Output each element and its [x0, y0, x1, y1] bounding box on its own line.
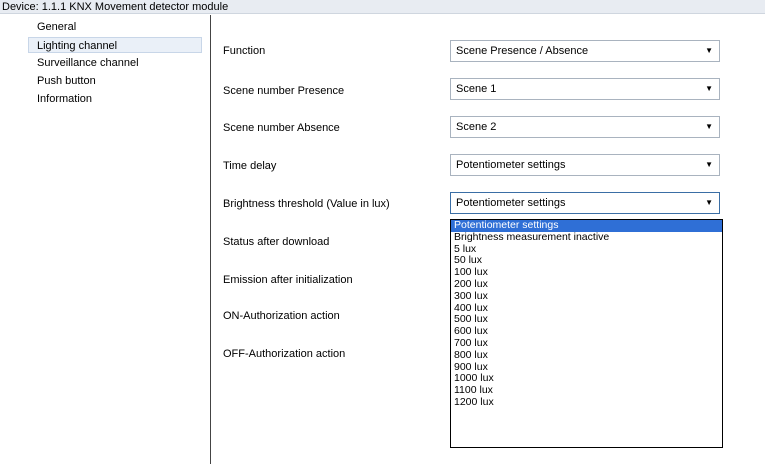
param-label-time-delay: Time delay — [223, 160, 277, 172]
dropdown-option[interactable]: 300 lux — [451, 290, 722, 303]
scene-presence-select[interactable]: Scene 1 ▼ — [450, 78, 720, 100]
param-label-status-after-download: Status after download — [223, 236, 330, 248]
brightness-threshold-select-value: Potentiometer settings — [456, 197, 566, 209]
dropdown-option[interactable]: 400 lux — [451, 302, 722, 315]
chevron-down-icon: ▼ — [705, 198, 713, 207]
dropdown-option[interactable]: 600 lux — [451, 325, 722, 338]
sidebar: General Lighting channel Surveillance ch… — [0, 15, 210, 464]
sidebar-item-lighting-channel[interactable]: Lighting channel — [28, 37, 202, 53]
parameter-panel: Function Scene number Presence Scene num… — [211, 15, 765, 464]
param-label-off-authorization: OFF-Authorization action — [223, 348, 346, 360]
dropdown-option[interactable]: 100 lux — [451, 266, 722, 279]
param-label-scene-presence: Scene number Presence — [223, 85, 345, 97]
dropdown-option[interactable]: 50 lux — [451, 255, 722, 267]
param-label-brightness-threshold: Brightness threshold (Value in lux) — [223, 198, 390, 210]
time-delay-select-value: Potentiometer settings — [456, 159, 566, 171]
param-label-function: Function — [223, 45, 266, 57]
sidebar-item-surveillance-channel[interactable]: Surveillance channel — [32, 55, 139, 71]
param-label-on-authorization: ON-Authorization action — [223, 310, 340, 322]
dropdown-option[interactable]: 700 lux — [451, 337, 722, 350]
dropdown-option[interactable]: 1200 lux — [451, 396, 722, 409]
dropdown-option[interactable]: 200 lux — [451, 278, 722, 291]
function-select[interactable]: Scene Presence / Absence ▼ — [450, 40, 720, 62]
param-label-scene-absence: Scene number Absence — [223, 122, 340, 134]
dropdown-option[interactable]: 800 lux — [451, 349, 722, 362]
scene-absence-select[interactable]: Scene 2 ▼ — [450, 116, 720, 138]
dropdown-option[interactable]: 5 lux — [451, 243, 722, 256]
param-label-emission-after-init: Emission after initialization — [223, 274, 353, 286]
scene-absence-select-value: Scene 2 — [456, 121, 497, 133]
sidebar-item-information[interactable]: Information — [32, 91, 92, 107]
time-delay-select[interactable]: Potentiometer settings ▼ — [450, 154, 720, 176]
sidebar-item-general[interactable]: General — [32, 19, 76, 35]
chevron-down-icon: ▼ — [705, 46, 713, 55]
dropdown-option[interactable]: 500 lux — [451, 314, 722, 326]
chevron-down-icon: ▼ — [705, 160, 713, 169]
chevron-down-icon: ▼ — [705, 122, 713, 131]
scene-presence-select-value: Scene 1 — [456, 83, 497, 95]
brightness-threshold-select[interactable]: Potentiometer settings ▼ — [450, 192, 720, 214]
sidebar-item-push-button[interactable]: Push button — [32, 73, 96, 89]
brightness-threshold-dropdown: Potentiometer settings Brightness measur… — [450, 219, 723, 448]
chevron-down-icon: ▼ — [705, 84, 713, 93]
window-title: Device: 1.1.1 KNX Movement detector modu… — [0, 0, 765, 14]
function-select-value: Scene Presence / Absence — [456, 45, 589, 57]
dropdown-option[interactable]: Brightness measurement inactive — [451, 231, 722, 244]
